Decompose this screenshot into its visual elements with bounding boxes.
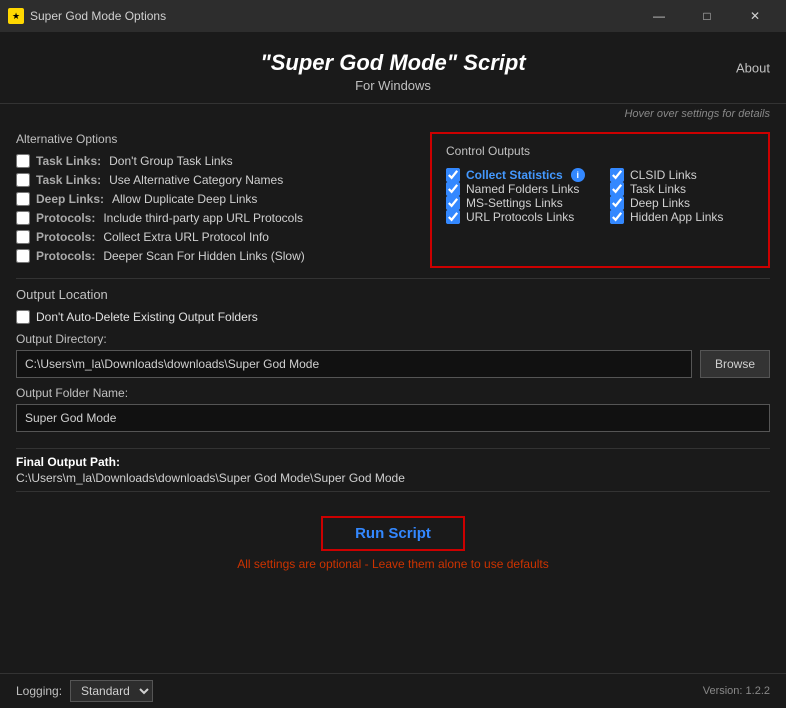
protocols-deeperscan-checkbox[interactable] bbox=[16, 249, 30, 263]
folder-name-label: Output Folder Name: bbox=[16, 386, 770, 400]
titlebar: ★ Super God Mode Options — □ ✕ bbox=[0, 0, 786, 32]
list-item: URL Protocols Links bbox=[446, 210, 590, 224]
alt-opt-text-4: Collect Extra URL Protocol Info bbox=[103, 230, 269, 244]
alt-opt-bold-4: Protocols: bbox=[36, 230, 95, 244]
collect-stats-info-icon[interactable]: i bbox=[571, 168, 585, 182]
ms-settings-checkbox[interactable] bbox=[446, 196, 460, 210]
output-location-title: Output Location bbox=[16, 278, 770, 302]
clsid-links-label: CLSID Links bbox=[630, 168, 697, 182]
optional-note: All settings are optional - Leave them a… bbox=[16, 557, 770, 571]
alt-opt-text-5: Deeper Scan For Hidden Links (Slow) bbox=[103, 249, 304, 263]
list-item: Hidden App Links bbox=[610, 210, 754, 224]
dont-autodelete-checkbox[interactable] bbox=[16, 310, 30, 324]
alt-opt-text-1: Use Alternative Category Names bbox=[109, 173, 283, 187]
alt-opt-bold-2: Deep Links: bbox=[36, 192, 104, 206]
deep-links-label: Deep Links bbox=[630, 196, 690, 210]
about-link[interactable]: About bbox=[736, 60, 770, 75]
final-output-path-section: Final Output Path: C:\Users\m_la\Downloa… bbox=[16, 448, 770, 492]
folder-name-row: Output Folder Name: bbox=[16, 386, 770, 432]
hidden-app-links-label: Hidden App Links bbox=[630, 210, 723, 224]
url-protocols-label: URL Protocols Links bbox=[466, 210, 574, 224]
directory-label: Output Directory: bbox=[16, 332, 770, 346]
collect-stats-label: Collect Statistics bbox=[466, 168, 563, 182]
version-text: Version: 1.2.2 bbox=[703, 685, 770, 697]
logging-label: Logging: bbox=[16, 684, 62, 698]
logging-row: Logging: Standard Verbose Minimal bbox=[16, 680, 153, 702]
directory-input[interactable] bbox=[16, 350, 692, 378]
named-folders-label: Named Folders Links bbox=[466, 182, 579, 196]
list-item: Deep Links bbox=[610, 196, 754, 210]
folder-name-input[interactable] bbox=[16, 404, 770, 432]
alt-opt-bold-1: Task Links: bbox=[36, 173, 101, 187]
dont-autodelete-row: Don't Auto-Delete Existing Output Folder… bbox=[16, 310, 770, 324]
alt-opt-bold-3: Protocols: bbox=[36, 211, 95, 225]
control-outputs-title: Control Outputs bbox=[446, 144, 754, 158]
list-item: Named Folders Links bbox=[446, 182, 590, 196]
hidden-app-links-checkbox[interactable] bbox=[610, 210, 624, 224]
dont-autodelete-label: Don't Auto-Delete Existing Output Folder… bbox=[36, 310, 258, 324]
directory-row: Browse bbox=[16, 350, 770, 378]
alt-opt-bold-5: Protocols: bbox=[36, 249, 95, 263]
collect-stats-checkbox[interactable] bbox=[446, 168, 460, 182]
protocols-extrainfo-checkbox[interactable] bbox=[16, 230, 30, 244]
task-links-checkbox[interactable] bbox=[610, 182, 624, 196]
alternative-options-panel: Alternative Options Task Links: Don't Gr… bbox=[16, 132, 414, 268]
task-links-group-checkbox[interactable] bbox=[16, 154, 30, 168]
task-links-label: Task Links bbox=[630, 182, 686, 196]
run-script-button[interactable]: Run Script bbox=[321, 516, 465, 551]
output-location-section: Output Location Don't Auto-Delete Existi… bbox=[16, 278, 770, 438]
list-item: Task Links bbox=[610, 182, 754, 196]
window-title: Super God Mode Options bbox=[30, 9, 636, 23]
list-item: Protocols: Deeper Scan For Hidden Links … bbox=[16, 249, 414, 263]
browse-button[interactable]: Browse bbox=[700, 350, 770, 378]
task-links-altcategory-checkbox[interactable] bbox=[16, 173, 30, 187]
list-item: Deep Links: Allow Duplicate Deep Links bbox=[16, 192, 414, 206]
alt-opt-text-2: Allow Duplicate Deep Links bbox=[112, 192, 257, 206]
control-outputs-panel: Control Outputs Collect Statistics i Nam… bbox=[430, 132, 770, 268]
clsid-links-checkbox[interactable] bbox=[610, 168, 624, 182]
list-item: Protocols: Collect Extra URL Protocol In… bbox=[16, 230, 414, 244]
control-outputs-grid: Collect Statistics i Named Folders Links… bbox=[446, 168, 754, 224]
list-item: CLSID Links bbox=[610, 168, 754, 182]
ms-settings-label: MS-Settings Links bbox=[466, 196, 563, 210]
close-button[interactable]: ✕ bbox=[732, 0, 778, 32]
alt-opt-bold-0: Task Links: bbox=[36, 154, 101, 168]
list-item: Task Links: Don't Group Task Links bbox=[16, 154, 414, 168]
header: "Super God Mode" Script For Windows Abou… bbox=[0, 32, 786, 104]
hover-hint: Hover over settings for details bbox=[0, 104, 786, 124]
list-item: Task Links: Use Alternative Category Nam… bbox=[16, 173, 414, 187]
ctrl-outputs-left: Collect Statistics i Named Folders Links… bbox=[446, 168, 590, 224]
alt-options-title: Alternative Options bbox=[16, 132, 414, 146]
run-section: Run Script All settings are optional - L… bbox=[16, 502, 770, 575]
footer: Logging: Standard Verbose Minimal Versio… bbox=[0, 673, 786, 708]
header-title: "Super God Mode" Script bbox=[0, 50, 786, 76]
app-icon: ★ bbox=[8, 8, 24, 24]
deep-links-checkbox[interactable] bbox=[610, 196, 624, 210]
alt-opt-text-0: Don't Group Task Links bbox=[109, 154, 232, 168]
url-protocols-checkbox[interactable] bbox=[446, 210, 460, 224]
logging-select[interactable]: Standard Verbose Minimal bbox=[70, 680, 153, 702]
header-subtitle: For Windows bbox=[0, 78, 786, 93]
final-path-label: Final Output Path: bbox=[16, 455, 770, 469]
ctrl-outputs-right: CLSID Links Task Links Deep Links H bbox=[610, 168, 754, 224]
protocols-thirdparty-checkbox[interactable] bbox=[16, 211, 30, 225]
list-item: MS-Settings Links bbox=[446, 196, 590, 210]
window: ★ Super God Mode Options — □ ✕ "Super Go… bbox=[0, 0, 786, 708]
alt-opt-text-3: Include third-party app URL Protocols bbox=[103, 211, 303, 225]
options-row: Alternative Options Task Links: Don't Gr… bbox=[16, 132, 770, 268]
minimize-button[interactable]: — bbox=[636, 0, 682, 32]
deep-links-duplicate-checkbox[interactable] bbox=[16, 192, 30, 206]
list-item: Protocols: Include third-party app URL P… bbox=[16, 211, 414, 225]
final-path-value: C:\Users\m_la\Downloads\downloads\Super … bbox=[16, 471, 770, 485]
window-controls: — □ ✕ bbox=[636, 0, 778, 32]
maximize-button[interactable]: □ bbox=[684, 0, 730, 32]
main-content: Alternative Options Task Links: Don't Gr… bbox=[0, 124, 786, 673]
list-item: Collect Statistics i bbox=[446, 168, 590, 182]
named-folders-checkbox[interactable] bbox=[446, 182, 460, 196]
